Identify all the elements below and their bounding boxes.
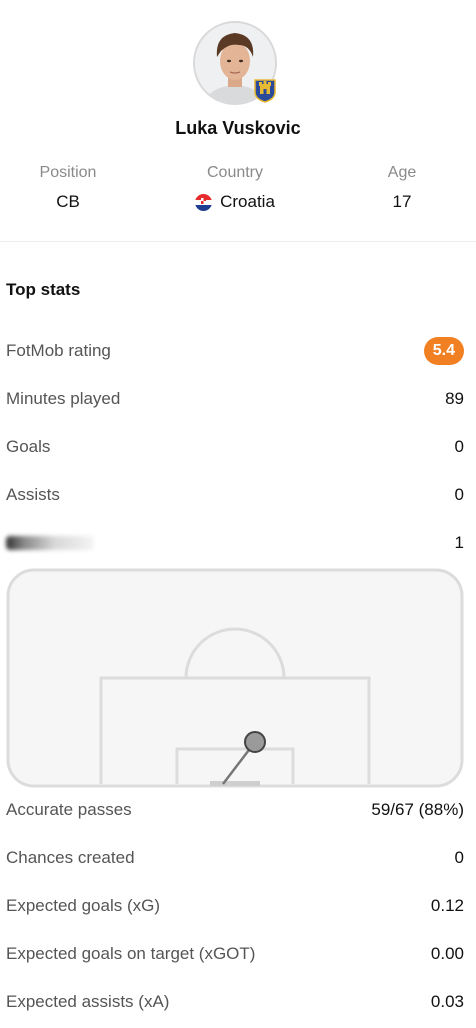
stat-value: 0.03 — [430, 992, 464, 1011]
rating-badge: 5.4 — [423, 337, 464, 365]
player-avatar-container[interactable] — [193, 21, 277, 105]
shot-map-pitch[interactable] — [6, 568, 464, 788]
stat-label: Accurate passes — [6, 800, 132, 819]
stat-row-xg[interactable]: Expected goals (xG) 0.12 — [6, 892, 464, 920]
stat-label: FotMob rating — [6, 341, 111, 360]
stat-label: Minutes played — [6, 389, 121, 408]
pitch-graphic-icon — [6, 568, 464, 788]
stat-value: 1 — [454, 533, 464, 552]
age-value: 17 — [392, 192, 412, 211]
player-name: Luka Vuskovic — [175, 118, 301, 138]
stat-label: Expected goals on target (xGOT) — [6, 944, 256, 963]
info-value: 17 — [352, 192, 452, 212]
info-value: Croatia — [175, 192, 295, 212]
stat-row-xa[interactable]: Expected assists (xA) 0.03 — [6, 988, 464, 1016]
club-badge-icon — [253, 77, 277, 103]
country-value: Croatia — [220, 192, 275, 211]
stat-row-fotmob-rating[interactable]: FotMob rating 5.4 — [6, 337, 464, 365]
stat-label: Expected assists (xA) — [6, 992, 170, 1011]
stat-row-minutes-played[interactable]: Minutes played 89 — [6, 385, 464, 413]
stat-row-accurate-passes[interactable]: Accurate passes 59/67 (88%) — [6, 796, 464, 824]
info-age: Age 17 — [352, 164, 452, 212]
info-label: Age — [387, 164, 417, 181]
stat-label: Goals — [6, 437, 51, 456]
player-info-row: Position CB Country Croatia Age 17 — [0, 164, 476, 224]
stat-value: 89 — [445, 389, 464, 408]
info-value: CB — [18, 192, 118, 212]
info-position: Position CB — [18, 164, 118, 212]
top-stats-title: Top stats — [6, 280, 81, 299]
info-country: Country Croatia — [175, 164, 295, 212]
stat-value: 0.12 — [430, 896, 464, 915]
section-divider — [0, 241, 476, 242]
stat-row-assists[interactable]: Assists 0 — [6, 481, 464, 509]
stat-value: 0.00 — [430, 944, 464, 963]
stat-row-chances-created[interactable]: Chances created 0 — [6, 844, 464, 872]
stat-value: 0 — [454, 485, 464, 504]
stat-value: 0 — [454, 848, 464, 867]
stat-label: Chances created — [6, 848, 135, 867]
stat-label: Expected goals (xG) — [6, 896, 161, 915]
croatia-flag-icon — [195, 193, 213, 211]
info-label: Position — [39, 164, 97, 181]
info-label: Country — [206, 164, 264, 181]
stat-row-obscured[interactable]: 1 — [6, 529, 464, 557]
obscured-stat-label — [6, 536, 94, 550]
stat-label: Assists — [6, 485, 60, 504]
stat-row-goals[interactable]: Goals 0 — [6, 433, 464, 461]
player-match-stats-page: Luka Vuskovic Position CB Country Croati… — [0, 0, 476, 1028]
stat-value: 0 — [454, 437, 464, 456]
position-value: CB — [56, 192, 80, 211]
stat-value: 59/67 (88%) — [371, 800, 464, 819]
stat-row-xgot[interactable]: Expected goals on target (xGOT) 0.00 — [6, 940, 464, 968]
